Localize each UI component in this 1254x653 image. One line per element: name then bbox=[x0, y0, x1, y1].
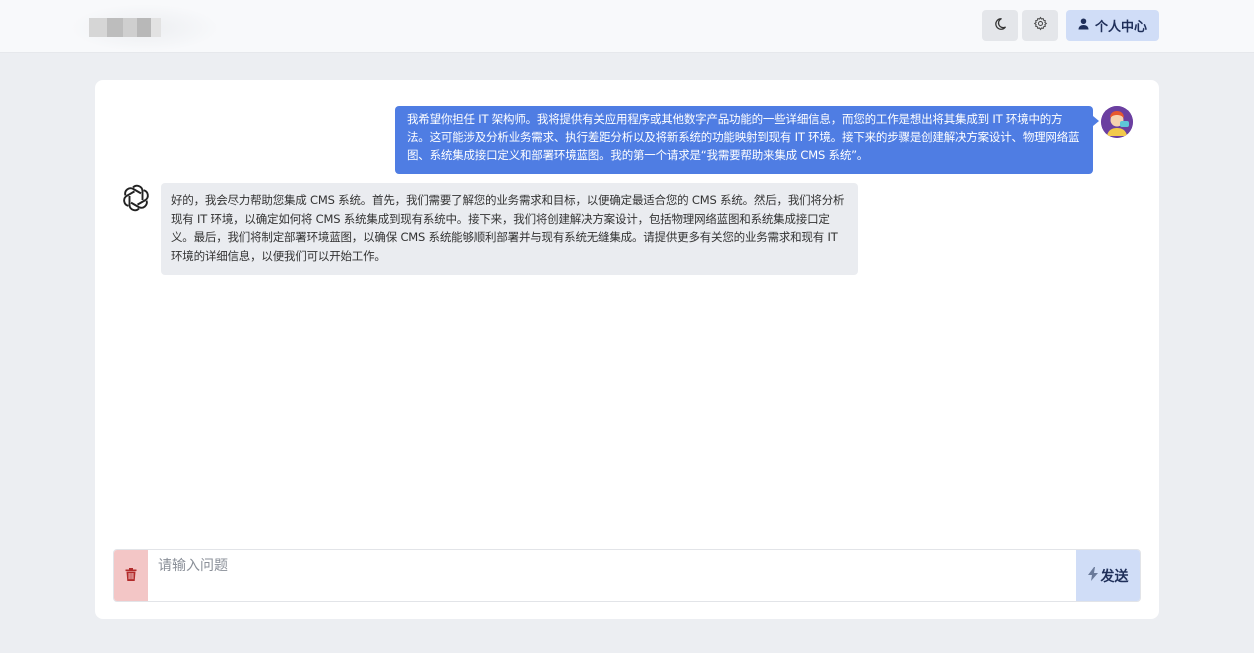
lightning-icon bbox=[1087, 566, 1098, 585]
user-icon bbox=[1078, 18, 1089, 34]
trash-icon bbox=[125, 566, 137, 585]
logo-block bbox=[151, 18, 161, 37]
top-header: 个人中心 bbox=[0, 0, 1254, 53]
logo-block bbox=[123, 18, 137, 37]
user-center-button[interactable]: 个人中心 bbox=[1066, 10, 1159, 41]
send-label: 发送 bbox=[1100, 568, 1129, 585]
clear-chat-button[interactable] bbox=[114, 550, 148, 601]
logo-block bbox=[89, 18, 107, 37]
user-center-label: 个人中心 bbox=[1094, 20, 1147, 35]
gear-icon bbox=[1033, 16, 1048, 35]
user-avatar bbox=[1101, 106, 1133, 138]
settings-button[interactable] bbox=[1022, 10, 1058, 41]
question-input-bar: 发送 bbox=[113, 549, 1141, 602]
assistant-message-bubble: 好的，我会尽力帮助您集成 CMS 系统。首先，我们需要了解您的业务需求和目标，以… bbox=[161, 183, 858, 275]
openai-logo-icon bbox=[121, 183, 151, 213]
user-message-bubble: 我希望你担任 IT 架构师。我将提供有关应用程序或其他数字产品功能的一些详细信息… bbox=[395, 106, 1099, 174]
moon-icon bbox=[993, 17, 1007, 35]
chat-panel: 我希望你担任 IT 架构师。我将提供有关应用程序或其他数字产品功能的一些详细信息… bbox=[95, 80, 1159, 619]
question-input[interactable] bbox=[148, 550, 1078, 601]
logo[interactable] bbox=[89, 18, 161, 37]
logo-block bbox=[137, 18, 151, 37]
theme-toggle-button[interactable] bbox=[982, 10, 1018, 41]
send-button[interactable]: 发送 bbox=[1076, 550, 1140, 601]
logo-block bbox=[107, 18, 123, 37]
